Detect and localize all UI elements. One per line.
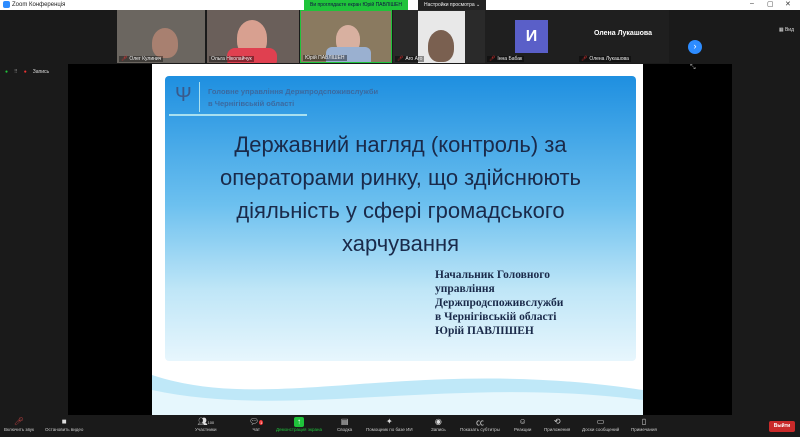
slide-author: Начальник Головного управління Держпродс… — [435, 268, 563, 338]
participant-name: Ольга Ніколайчук — [211, 56, 252, 62]
muted-mic-icon: 🎤︎ — [581, 56, 588, 62]
whiteboard-icon: ▭ — [596, 417, 605, 426]
apps-label: Приложения — [544, 427, 571, 432]
muted-mic-icon: 🎤︎ — [397, 56, 404, 62]
record-label: Запись — [431, 427, 446, 432]
slide-title: Державний нагляд (контроль) за оператора… — [165, 128, 636, 260]
maximize-button[interactable]: ▢ — [767, 0, 774, 8]
sparkle-icon: ✦ — [385, 417, 393, 426]
author-line: Начальник Головного — [435, 269, 550, 281]
participant-display-name: Олена Лукашова — [593, 30, 653, 37]
participant-name: Олена Лукашова — [589, 56, 629, 62]
captions-button[interactable]: ㏄ Показать субтитры — [460, 417, 500, 432]
captions-icon: ㏄ — [475, 418, 484, 427]
exit-fullscreen-icon[interactable]: ⤡ — [690, 64, 696, 72]
mic-off-icon: 🎤︎ — [13, 417, 25, 426]
smiley-icon: ☺ — [518, 417, 527, 426]
video-label: Остановить видео — [45, 427, 84, 432]
unmute-label: Включить звук — [4, 427, 35, 432]
captions-label: Показать субтитры — [460, 427, 500, 432]
participant-count: 100 — [207, 420, 215, 425]
participant-name: Олег Кулинич — [129, 56, 162, 62]
status-bar: ● ⠿ ● Запись — [5, 69, 49, 75]
notes-button[interactable]: ▯ Примечания — [631, 417, 657, 432]
ai-companion-button[interactable]: ✦ Помощник по базе ИИ — [366, 417, 413, 432]
participant-name: Інна Бабак — [497, 56, 523, 62]
title-bar: Zoom Конференція Ви проглядаєте екран Юр… — [0, 0, 800, 10]
recording-icon: ● — [23, 69, 27, 75]
view-options-button[interactable]: Настройки просмотра ⌄ — [418, 0, 487, 10]
next-page-button[interactable]: › — [688, 40, 702, 54]
notes-icon: ▯ — [641, 417, 647, 426]
minimize-button[interactable]: – — [750, 0, 754, 7]
chat-label: Чат — [252, 427, 260, 432]
summary-label: Сводка — [337, 427, 353, 432]
title-line: Державний нагляд (контроль) за — [234, 132, 567, 157]
author-line: в Чернігівській області — [435, 311, 557, 323]
app-title: Zoom Конференція — [3, 1, 65, 8]
notes-label: Примечания — [631, 427, 657, 432]
muted-mic-icon: 🎤︎ — [121, 56, 128, 62]
title-line: харчування — [341, 231, 460, 256]
participants-icon: 👥︎100 — [197, 417, 215, 426]
participant-strip: 🎤︎ Олег Кулинич Ольга Ніколайчук Юрій ПАВ… — [0, 10, 800, 64]
share-screen-button[interactable]: ↑ Демонстрация экрана — [276, 417, 322, 432]
unmute-button[interactable]: 🎤︎ Включить звук — [4, 417, 34, 432]
share-label: Демонстрация экрана — [276, 427, 322, 432]
view-button[interactable]: ▦ Вид — [779, 27, 794, 33]
participant-tile[interactable]: И 🎤︎ Інна Бабак — [485, 10, 577, 63]
meeting-toolbar: 🎤︎ Включить звук ■ Остановить видео 👥︎100 У… — [0, 415, 800, 437]
grid-icon: ⠿ — [14, 69, 18, 75]
participant-name: Аго Аго — [405, 56, 423, 62]
slide-content: Ψ Головне управління Держпродспоживслужб… — [165, 76, 636, 361]
participants-label: Участники — [195, 427, 217, 432]
recording-label: Запись — [32, 69, 50, 75]
avatar: И — [515, 20, 548, 53]
summary-icon: ▤ — [340, 417, 349, 426]
participant-tile-active-speaker[interactable]: Юрій ПАВЛІШЕН — [300, 10, 392, 63]
author-line: Держпродспоживслужби — [435, 297, 564, 309]
author-line: Юрій ПАВЛІШЕН — [435, 325, 534, 337]
title-line: операторами ринку, що здійснюють — [219, 165, 582, 190]
participant-tile[interactable]: 🎤︎ Аго Аго — [393, 10, 485, 63]
view-label: Вид — [784, 27, 794, 33]
org-line: в Чернігівській області — [208, 99, 295, 108]
stop-video-button[interactable]: ■ Остановить видео — [45, 417, 83, 432]
muted-mic-icon: 🎤︎ — [489, 56, 496, 62]
zoom-logo-icon — [3, 1, 10, 8]
participants-button[interactable]: 👥︎100 Участники — [195, 417, 217, 432]
participant-tile[interactable]: 🎤︎ Олег Кулинич — [117, 10, 205, 63]
org-line: Головне управління Держпродспоживслужби — [208, 87, 379, 96]
title-line: діяльність у сфері громадського — [236, 198, 565, 223]
chat-icon: 💬︎1 — [249, 417, 264, 426]
shield-icon: ● — [5, 69, 9, 75]
participant-name: Юрій ПАВЛІШЕН — [305, 55, 345, 61]
apps-icon: ⟲ — [553, 417, 561, 426]
window-title: Zoom Конференція — [12, 1, 66, 8]
author-line: управління — [435, 283, 495, 295]
whiteboards-label: Доски сообщений — [582, 427, 620, 432]
video-camera-icon: ■ — [61, 417, 67, 426]
apps-button[interactable]: ⟲ Приложения — [544, 417, 570, 432]
participant-tile[interactable]: Ольга Ніколайчук — [207, 10, 299, 63]
chat-button[interactable]: 💬︎1 Чат — [249, 417, 264, 432]
coat-of-arms-icon: Ψ — [175, 84, 192, 106]
close-button[interactable]: ✕ — [785, 0, 791, 8]
organization-name: Головне управління Держпродспоживслужби в… — [208, 86, 378, 110]
record-button[interactable]: ◉ Запись — [431, 417, 446, 432]
chat-badge: 1 — [259, 420, 264, 425]
reactions-label: Реакции — [514, 427, 532, 432]
summary-button[interactable]: ▤ Сводка — [337, 417, 352, 432]
leave-button[interactable]: Выйти — [769, 421, 795, 432]
decorative-wave — [152, 375, 643, 415]
companion-label: Помощник по базе ИИ — [366, 427, 413, 432]
record-icon: ◉ — [434, 417, 442, 426]
whiteboards-button[interactable]: ▭ Доски сообщений — [582, 417, 619, 432]
viewing-banner: Ви проглядаєте екран Юрій ПАВЛІШЕН — [304, 0, 408, 10]
reactions-button[interactable]: ☺ Реакции — [514, 417, 531, 432]
share-screen-icon: ↑ — [293, 417, 304, 427]
shared-slide: Ψ Головне управління Держпродспоживслужб… — [152, 64, 643, 415]
participant-tile[interactable]: Олена Лукашова 🎤︎ Олена Лукашова — [577, 10, 669, 63]
